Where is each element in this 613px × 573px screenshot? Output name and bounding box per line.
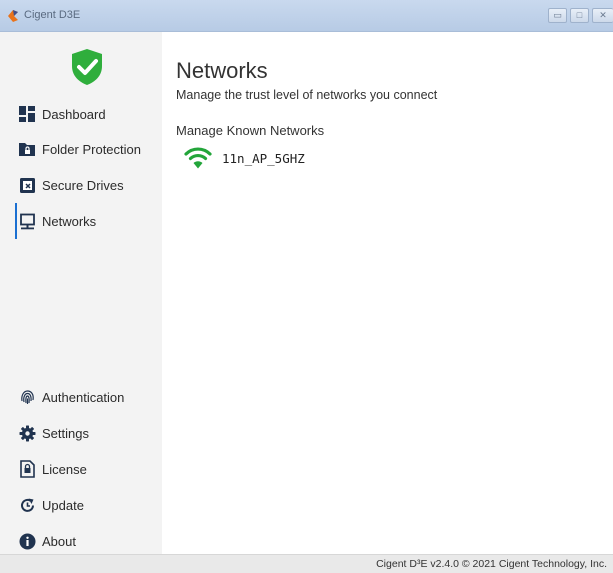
wifi-icon <box>184 147 212 169</box>
sidebar-item-update[interactable]: Update <box>18 493 162 517</box>
window-title: Cigent D3E <box>24 9 81 21</box>
status-footer: Cigent D³E v2.4.0 © 2021 Cigent Technolo… <box>0 554 613 573</box>
network-list-item[interactable]: 11n_AP_5GHZ <box>184 145 305 171</box>
sidebar-item-label: License <box>42 461 87 477</box>
network-icon <box>18 212 36 230</box>
app-logo-icon <box>8 10 18 22</box>
sidebar-item-secure-drives[interactable]: Secure Drives <box>18 173 162 197</box>
sidebar-item-authentication[interactable]: Authentication <box>18 385 162 409</box>
copyright-text: Cigent D³E v2.4.0 © 2021 Cigent Technolo… <box>376 558 607 570</box>
sidebar-item-label: Folder Protection <box>42 141 141 157</box>
sidebar-item-folder-protection[interactable]: Folder Protection <box>18 137 162 161</box>
main-content: Networks Manage the trust level of netwo… <box>162 32 613 554</box>
secure-drive-icon <box>18 176 36 194</box>
sidebar-item-label: Secure Drives <box>42 177 124 193</box>
info-icon <box>18 532 36 550</box>
fingerprint-icon <box>18 388 36 406</box>
sidebar-item-label: Networks <box>42 213 97 229</box>
sidebar-item-license[interactable]: License <box>18 457 162 481</box>
gear-icon <box>18 424 36 442</box>
sidebar-item-dashboard[interactable]: Dashboard <box>18 102 162 126</box>
sidebar-item-label: Update <box>42 497 84 513</box>
close-button[interactable]: ✕ <box>592 8 613 23</box>
sidebar-item-about[interactable]: About <box>18 529 162 553</box>
shield-check-icon <box>72 49 102 85</box>
sidebar-item-label: About <box>42 533 76 549</box>
update-icon <box>18 496 36 514</box>
sidebar-item-settings[interactable]: Settings <box>18 421 162 445</box>
window-titlebar: Cigent D3E ▭ □ ✕ <box>0 0 613 32</box>
maximize-button[interactable]: □ <box>570 8 589 23</box>
page-title: Networks <box>176 58 268 83</box>
dashboard-icon <box>18 105 36 123</box>
sidebar-item-networks[interactable]: Networks <box>15 203 162 239</box>
sidebar-item-label: Authentication <box>42 389 125 405</box>
license-icon <box>18 460 36 478</box>
sidebar-item-label: Settings <box>42 425 89 441</box>
sidebar-item-label: Dashboard <box>42 106 106 122</box>
network-name: 11n_AP_5GHZ <box>222 150 305 166</box>
section-title: Manage Known Networks <box>176 123 325 138</box>
page-subtitle: Manage the trust level of networks you c… <box>176 88 438 102</box>
folder-lock-icon <box>18 140 36 158</box>
sidebar: Dashboard Folder Protection Secure Drive… <box>0 32 162 554</box>
minimize-button[interactable]: ▭ <box>548 8 567 23</box>
